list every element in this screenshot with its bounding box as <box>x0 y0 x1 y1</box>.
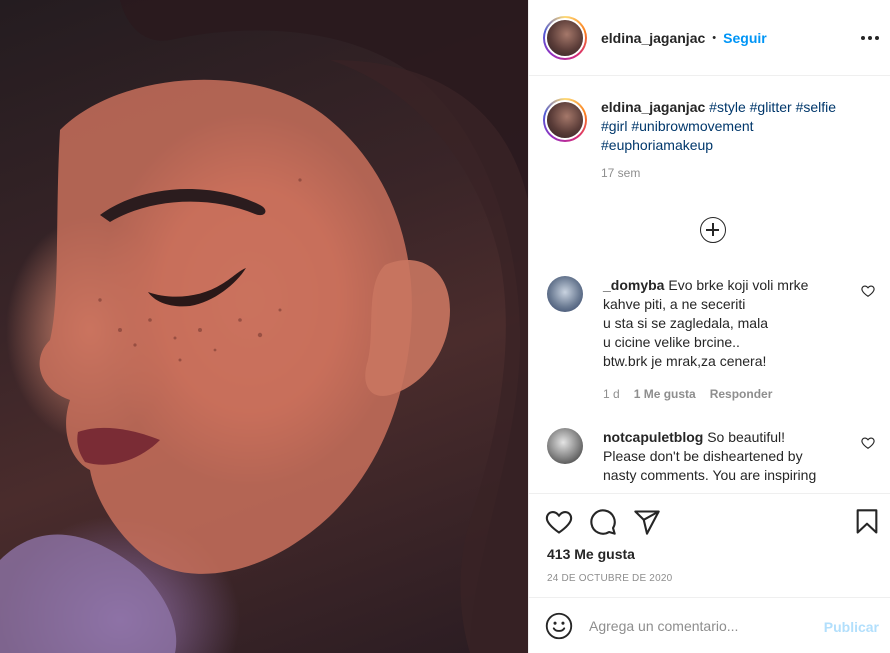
comment-text-line: So beautiful! <box>707 429 786 445</box>
post-side-panel: eldina_jaganjac • Seguir eldina_jaganjac… <box>528 0 890 653</box>
comment-composer: Publicar <box>529 597 890 653</box>
hashtag-link[interactable]: #girl <box>601 118 627 134</box>
comment-icon[interactable] <box>589 508 617 536</box>
author-username[interactable]: eldina_jaganjac <box>601 30 705 46</box>
comment-text-line: nasty comments. You are inspiring <box>603 467 817 483</box>
comment-text-line: Evo brke koji voli mrke <box>668 277 809 293</box>
post-photo[interactable] <box>0 0 528 653</box>
bookmark-icon[interactable] <box>853 508 881 536</box>
comment-text-line: u cicine velike brcine.. <box>603 334 740 350</box>
post-header: eldina_jaganjac • Seguir <box>529 0 890 76</box>
reply-button[interactable]: Responder <box>710 385 773 404</box>
header-separator: • <box>712 31 717 44</box>
plus-circle-icon[interactable] <box>700 217 726 243</box>
comment-text-line: kahve piti, a ne seceriti <box>603 296 746 312</box>
comment-time[interactable]: 1 d <box>603 385 620 404</box>
comment-body: notcapuletblog So beautiful! Please don'… <box>603 428 843 485</box>
caption-avatar[interactable] <box>543 98 587 142</box>
comment-meta: 1 d 1 Me gusta Responder <box>603 385 843 404</box>
caption-time-ago[interactable]: 17 sem <box>601 166 865 180</box>
comment-item: notcapuletblog So beautiful! Please don'… <box>547 428 887 485</box>
caption-username[interactable]: eldina_jaganjac <box>601 99 705 115</box>
paper-plane-icon[interactable] <box>633 508 661 536</box>
follow-button[interactable]: Seguir <box>723 30 767 46</box>
caption-text: eldina_jaganjac #style #glitter #selfie … <box>601 98 865 155</box>
hashtag-link[interactable]: #style <box>709 99 746 115</box>
publish-button[interactable]: Publicar <box>824 619 879 635</box>
post-date[interactable]: 24 DE OCTUBRE DE 2020 <box>547 573 672 584</box>
caption-body: eldina_jaganjac #style #glitter #selfie … <box>601 98 865 180</box>
commenter-username[interactable]: _domyba <box>603 277 664 293</box>
instagram-post-view: eldina_jaganjac • Seguir eldina_jaganjac… <box>0 0 890 653</box>
post-caption: eldina_jaganjac #style #glitter #selfie … <box>543 98 883 180</box>
commenter-username[interactable]: notcapuletblog <box>603 429 703 445</box>
commenter-avatar[interactable] <box>547 428 583 464</box>
photo-illustration <box>0 0 528 653</box>
hashtag-link[interactable]: #unibrowmovement <box>631 118 753 134</box>
comment-body: _domyba Evo brke koji voli mrke kahve pi… <box>603 276 843 404</box>
heart-icon[interactable] <box>545 508 573 536</box>
smiley-icon[interactable] <box>545 612 573 640</box>
comment-likes-count[interactable]: 1 Me gusta <box>634 385 696 404</box>
comments-list[interactable]: _domyba Evo brke koji voli mrke kahve pi… <box>529 262 890 494</box>
hashtag-link[interactable]: #selfie <box>796 99 836 115</box>
comment-text-line: Please don't be disheartened by <box>603 448 803 464</box>
comment-text-line: btw.brk je mrak,za cenera! <box>603 353 767 369</box>
comment-item: _domyba Evo brke koji voli mrke kahve pi… <box>547 276 887 404</box>
hashtag-link[interactable]: #glitter <box>750 99 792 115</box>
commenter-avatar[interactable] <box>547 276 583 312</box>
comment-text-line: u sta si se zagledala, mala <box>603 315 768 331</box>
likes-count[interactable]: 413 Me gusta <box>547 546 635 562</box>
comment-input[interactable] <box>589 617 811 634</box>
heart-outline-icon[interactable] <box>861 284 875 298</box>
hashtag-link[interactable]: #euphoriamakeup <box>601 137 713 153</box>
heart-outline-icon[interactable] <box>861 436 875 450</box>
more-options-icon[interactable] <box>861 26 879 50</box>
author-avatar[interactable] <box>543 15 587 60</box>
action-icons-row <box>545 508 881 536</box>
